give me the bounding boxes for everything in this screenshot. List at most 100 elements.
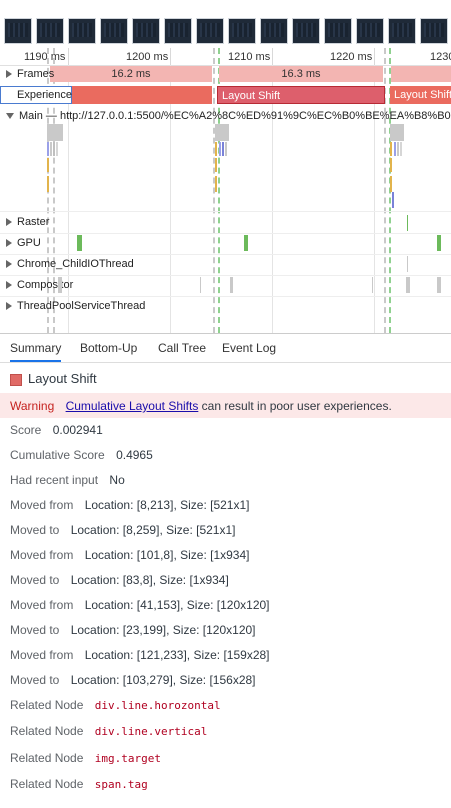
childio-track-label[interactable]: Chrome_ChildIOThread — [6, 258, 134, 270]
task-bar[interactable] — [219, 142, 221, 156]
related-node-link[interactable]: img.target — [95, 752, 161, 765]
tab-call-tree[interactable]: Call Tree — [158, 334, 206, 362]
task-bar[interactable] — [390, 158, 392, 172]
screenshot-thumbnail[interactable] — [260, 18, 288, 44]
compositor-task-bar[interactable] — [406, 277, 410, 293]
related-node-key: Related Node — [10, 751, 84, 765]
screenshot-thumbnail[interactable] — [228, 18, 256, 44]
expand-arrow-icon[interactable] — [6, 281, 12, 290]
main-thread-track[interactable]: Main — http://127.0.0.1:5500/%EC%A2%8C%E… — [0, 108, 451, 208]
task-bar[interactable] — [53, 142, 55, 156]
task-bar[interactable] — [50, 142, 52, 156]
task-bar[interactable] — [392, 192, 394, 208]
screenshot-thumbnail[interactable] — [356, 18, 384, 44]
related-node-link[interactable]: span.tag — [95, 778, 148, 791]
gpu-track-label[interactable]: GPU — [6, 237, 41, 249]
related-node-key: Related Node — [10, 777, 84, 791]
threadpool-track[interactable]: ThreadPoolServiceThread — [0, 297, 451, 317]
screenshot-thumbnail[interactable] — [388, 18, 416, 44]
io-task-bar[interactable] — [407, 256, 408, 272]
raster-task-bar[interactable] — [407, 215, 408, 231]
gpu-track[interactable]: GPU — [0, 234, 451, 254]
gpu-task-bar[interactable] — [77, 235, 82, 251]
task-bar[interactable] — [47, 176, 49, 192]
screenshot-thumbnail[interactable] — [36, 18, 64, 44]
task-bar[interactable] — [47, 124, 63, 141]
raster-track[interactable]: Raster — [0, 213, 451, 233]
task-bar[interactable] — [397, 142, 399, 156]
related-node-key: Related Node — [10, 724, 84, 738]
task-bar[interactable] — [47, 158, 49, 172]
warning-row: Warning Cumulative Layout Shifts can res… — [10, 399, 392, 413]
moved-key: Moved from — [10, 648, 74, 662]
experience-track-header[interactable]: Experience — [0, 86, 72, 104]
cls-docs-link[interactable]: Cumulative Layout Shifts — [66, 399, 199, 413]
task-bar[interactable] — [394, 142, 396, 156]
compositor-task-bar[interactable] — [372, 277, 373, 293]
gpu-task-bar[interactable] — [437, 235, 441, 251]
moved-row: Moved to Location: [23,199], Size: [120x… — [10, 623, 256, 637]
compositor-track-label[interactable]: Compositor — [6, 279, 73, 291]
tab-summary[interactable]: Summary — [10, 334, 62, 362]
score-row: Score 0.002941 — [10, 423, 103, 437]
task-bar[interactable] — [390, 142, 392, 156]
tab-bottom-up[interactable]: Bottom-Up — [80, 334, 137, 362]
screenshot-thumbnail[interactable] — [4, 18, 32, 44]
task-bar[interactable] — [47, 142, 49, 156]
childio-track[interactable]: Chrome_ChildIOThread — [0, 255, 451, 275]
raster-track-label[interactable]: Raster — [6, 216, 49, 228]
compositor-task-bar[interactable] — [200, 277, 201, 293]
recent-input-key: Had recent input — [10, 473, 99, 487]
task-bar[interactable] — [225, 142, 227, 156]
screenshot-thumbnail[interactable] — [68, 18, 96, 44]
frames-track-label[interactable]: Frames — [6, 68, 54, 80]
ruler-label: 1220 ms — [330, 51, 373, 63]
moved-key: Moved to — [10, 573, 60, 587]
gpu-task-bar[interactable] — [244, 235, 248, 251]
task-bar[interactable] — [56, 142, 58, 156]
moved-value: Location: [101,8], Size: [1x934] — [84, 548, 250, 562]
expand-arrow-icon[interactable] — [6, 218, 12, 227]
filmstrip[interactable] — [0, 0, 451, 49]
layout-shift-color-swatch — [10, 373, 22, 386]
expand-arrow-icon[interactable] — [6, 302, 12, 311]
threadpool-track-label[interactable]: ThreadPoolServiceThread — [6, 300, 145, 312]
screenshot-thumbnail[interactable] — [420, 18, 448, 44]
task-bar[interactable] — [390, 124, 404, 141]
screenshot-thumbnail[interactable] — [100, 18, 128, 44]
layout-shift-event[interactable]: Layout Shift — [390, 86, 451, 104]
screenshot-thumbnail[interactable] — [196, 18, 224, 44]
compositor-track[interactable]: Compositor — [0, 276, 451, 296]
summary-title: Layout Shift — [10, 371, 97, 386]
compositor-task-bar[interactable] — [437, 277, 441, 293]
task-bar[interactable] — [222, 142, 224, 156]
ruler-tick — [272, 48, 273, 65]
moved-row: Moved from Location: [101,8], Size: [1x9… — [10, 548, 249, 562]
expand-arrow-icon[interactable] — [6, 260, 12, 269]
related-node-link[interactable]: div.line.vertical — [95, 725, 208, 738]
moved-key: Moved to — [10, 523, 60, 537]
related-node-link[interactable]: div.line.horozontal — [95, 699, 221, 712]
screenshot-thumbnail[interactable] — [164, 18, 192, 44]
compositor-task-bar[interactable] — [58, 277, 62, 293]
screenshot-thumbnail[interactable] — [132, 18, 160, 44]
screenshot-thumbnail[interactable] — [324, 18, 352, 44]
task-bar[interactable] — [390, 176, 392, 192]
layout-shift-event-selected[interactable]: Layout Shift — [217, 86, 385, 104]
compositor-task-bar[interactable] — [230, 277, 233, 293]
task-bar[interactable] — [215, 124, 229, 141]
ruler-tick — [68, 48, 69, 65]
screenshot-thumbnail[interactable] — [292, 18, 320, 44]
expand-arrow-icon[interactable] — [6, 70, 12, 79]
moved-value: Location: [8,259], Size: [521x1] — [70, 523, 236, 537]
main-track-label[interactable]: Main — http://127.0.0.1:5500/%EC%A2%8C%E… — [6, 110, 451, 122]
frames-track[interactable]: Frames — [0, 66, 451, 82]
task-bar[interactable] — [215, 176, 217, 192]
task-bar[interactable] — [215, 142, 217, 156]
expand-arrow-icon[interactable] — [6, 239, 12, 248]
task-bar[interactable] — [400, 142, 402, 156]
moved-value: Location: [121,233], Size: [159x28] — [84, 648, 270, 662]
task-bar[interactable] — [215, 158, 217, 172]
tab-event-log[interactable]: Event Log — [222, 334, 276, 362]
collapse-arrow-icon[interactable] — [6, 113, 14, 120]
